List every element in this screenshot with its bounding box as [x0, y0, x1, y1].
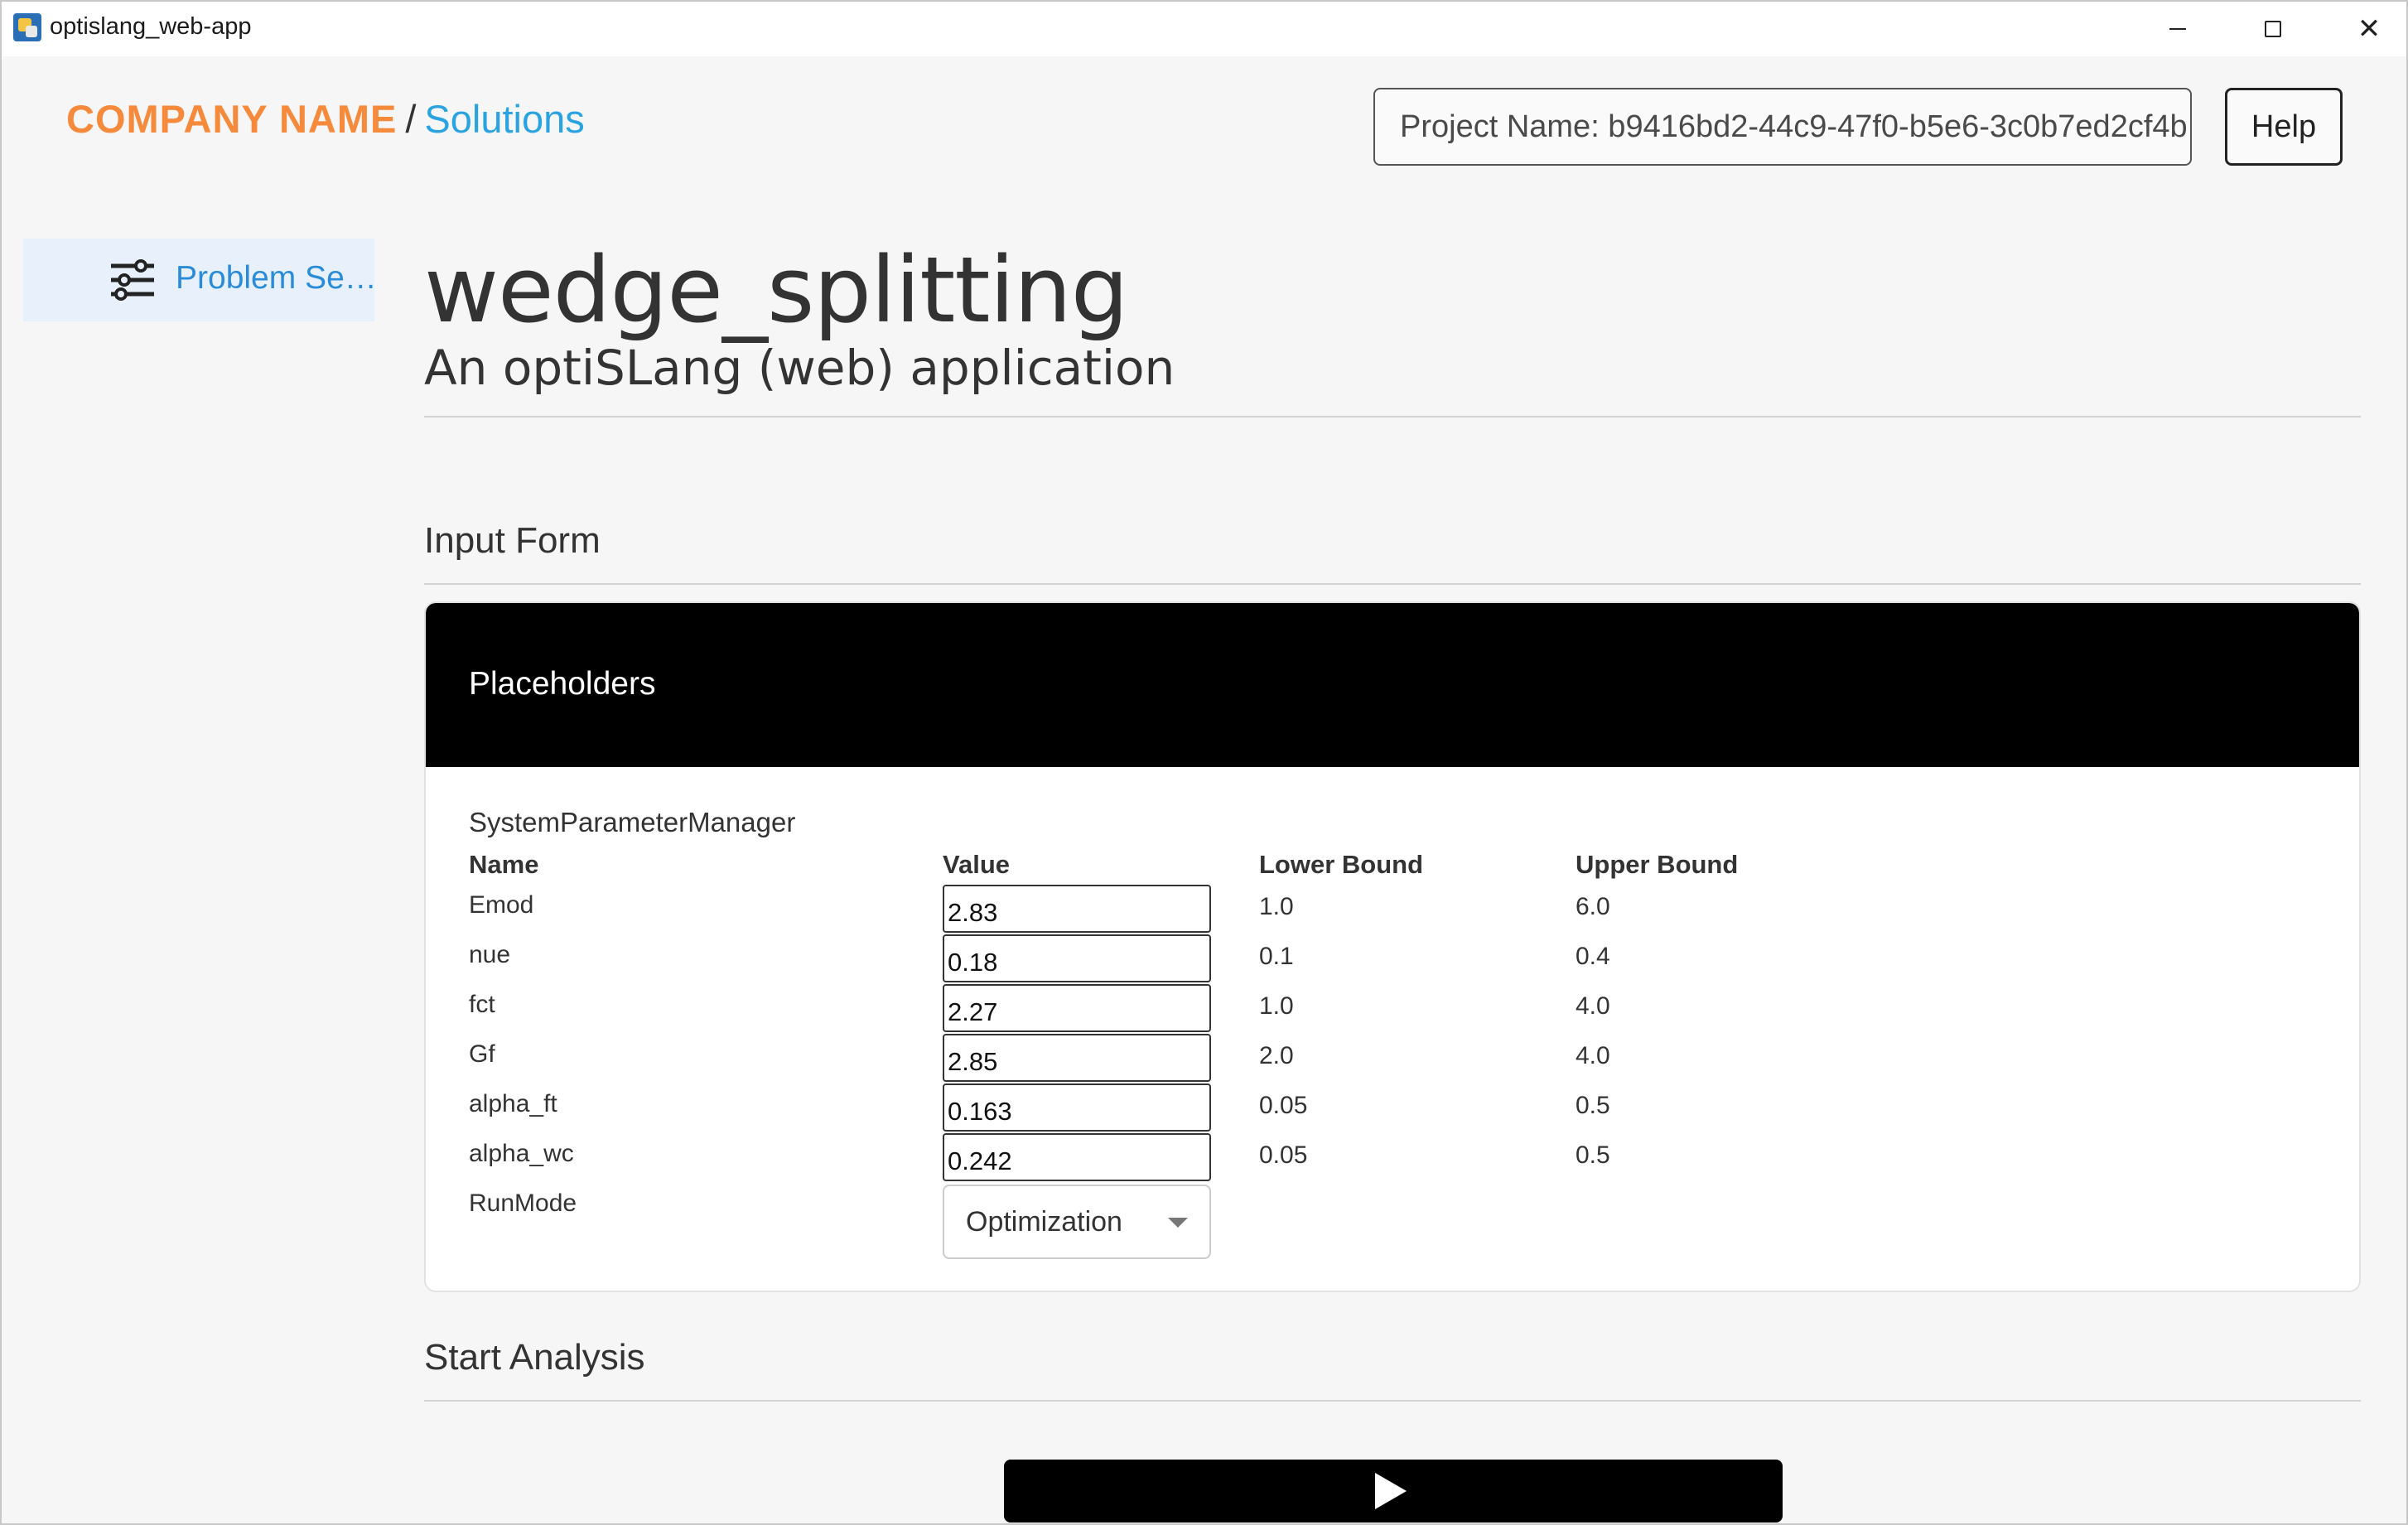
- sidebar-item-label: Problem Se…: [176, 260, 377, 296]
- system-parameter-manager-label: SystemParameterManager: [469, 807, 796, 837]
- runmode-selected-value: Optimization: [966, 1205, 1122, 1238]
- param-upper-fct: 4.0: [1576, 992, 1610, 1020]
- app-window: optislang_web-app ✕ COMPANY NAME / Solutio…: [0, 0, 2408, 1525]
- param-upper-nue: 0.4: [1576, 943, 1610, 970]
- close-icon: ✕: [2357, 12, 2381, 46]
- sidebar-item-problem-setup[interactable]: Problem Se…: [23, 239, 377, 321]
- start-analysis-button[interactable]: [1004, 1460, 1783, 1523]
- python-app-icon: [13, 13, 41, 41]
- param-name-runmode: RunMode: [469, 1190, 577, 1217]
- solutions-link[interactable]: Solutions: [424, 97, 584, 141]
- placeholders-title: Placeholders: [469, 666, 656, 702]
- input-form-divider: [424, 583, 2361, 585]
- minimize-button[interactable]: [2136, 8, 2219, 50]
- chevron-down-icon: [1168, 1218, 1188, 1228]
- param-lower-emod: 1.0: [1259, 893, 1294, 920]
- param-lower-nue: 0.1: [1259, 943, 1294, 970]
- param-name-gf: Gf: [469, 1040, 495, 1068]
- maximize-icon: [2265, 21, 2281, 37]
- param-lower-alpha-wc: 0.05: [1259, 1141, 1308, 1169]
- param-value-alpha-wc-input[interactable]: [943, 1133, 1211, 1181]
- breadcrumb-separator: /: [405, 97, 417, 141]
- placeholders-card-header: Placeholders: [426, 603, 2359, 767]
- param-upper-alpha-wc: 0.5: [1576, 1141, 1610, 1169]
- param-upper-emod: 6.0: [1576, 893, 1610, 920]
- param-name-emod: Emod: [469, 891, 534, 919]
- breadcrumb: COMPANY NAME / Solutions: [66, 96, 585, 142]
- param-lower-fct: 1.0: [1259, 992, 1294, 1020]
- column-header-value: Value: [943, 850, 1010, 879]
- column-header-name: Name: [469, 850, 539, 879]
- maximize-button[interactable]: [2232, 8, 2314, 50]
- start-analysis-divider: [424, 1400, 2361, 1402]
- project-name-field[interactable]: Project Name: b9416bd2-44c9-47f0-b5e6-3c…: [1373, 88, 2192, 166]
- play-icon: [1375, 1473, 1407, 1509]
- placeholders-card: Placeholders SystemParameterManager Name…: [424, 601, 2361, 1292]
- runmode-select[interactable]: Optimization: [943, 1185, 1211, 1259]
- param-lower-gf: 2.0: [1259, 1042, 1294, 1069]
- param-value-fct-input[interactable]: [943, 984, 1211, 1032]
- start-analysis-heading: Start Analysis: [424, 1337, 645, 1378]
- input-form-heading: Input Form: [424, 520, 601, 561]
- param-value-nue-input[interactable]: [943, 934, 1211, 982]
- title-divider: [424, 416, 2361, 417]
- minimize-icon: [2169, 28, 2186, 30]
- param-name-nue: nue: [469, 941, 511, 968]
- param-value-alpha-ft-input[interactable]: [943, 1083, 1211, 1132]
- page-subtitle: An optiSLang (web) application: [424, 340, 1175, 396]
- param-lower-alpha-ft: 0.05: [1259, 1092, 1308, 1119]
- param-name-alpha-wc: alpha_wc: [469, 1140, 574, 1167]
- param-name-fct: fct: [469, 991, 495, 1018]
- column-header-upper-bound: Upper Bound: [1576, 850, 1739, 879]
- param-value-gf-input[interactable]: [943, 1034, 1211, 1082]
- param-value-emod-input[interactable]: [943, 885, 1211, 933]
- page-title: wedge_splitting: [424, 237, 1129, 343]
- param-upper-gf: 4.0: [1576, 1042, 1610, 1069]
- param-name-alpha-ft: alpha_ft: [469, 1090, 557, 1117]
- sliders-icon: [111, 259, 154, 301]
- param-upper-alpha-ft: 0.5: [1576, 1092, 1610, 1119]
- help-button[interactable]: Help: [2225, 88, 2343, 166]
- close-button[interactable]: ✕: [2328, 8, 2406, 50]
- company-name[interactable]: COMPANY NAME: [66, 97, 397, 141]
- column-header-lower-bound: Lower Bound: [1259, 850, 1424, 879]
- window-title: optislang_web-app: [50, 13, 252, 40]
- title-bar: optislang_web-app ✕: [2, 2, 2406, 56]
